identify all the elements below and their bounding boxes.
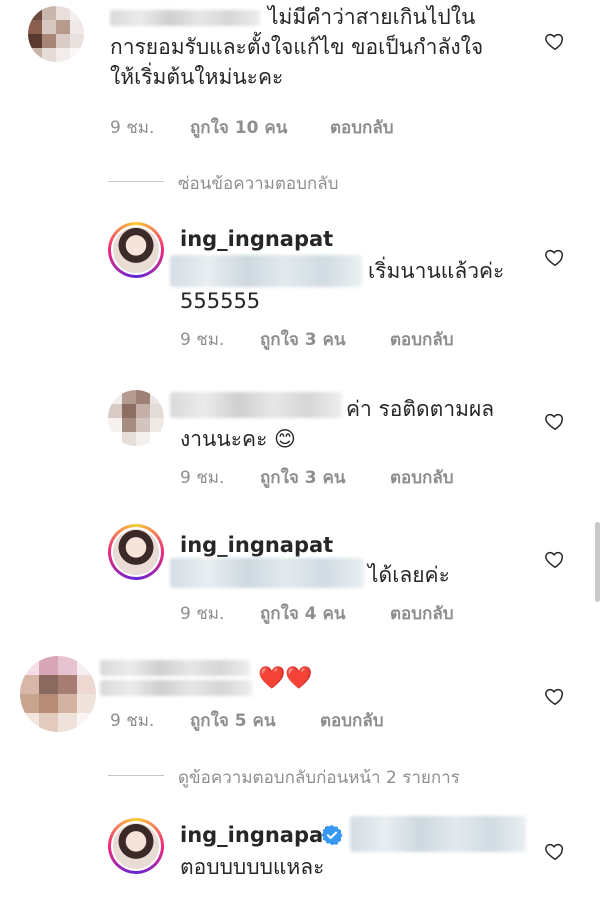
like-heart-icon[interactable] [544,685,566,707]
comment-line: การยอมรับและตั้งใจแก้ไข ขอเป็นกำลังใจ [110,35,484,59]
mention-blurred[interactable] [170,255,362,287]
mention-blurred[interactable] [350,816,526,852]
comment-line: ค่า รอติดตามผล [346,397,495,421]
avatar[interactable] [20,656,96,732]
divider [108,181,164,182]
divider [108,775,164,776]
reply-button[interactable]: ตอบกลับ [320,707,384,734]
avatar[interactable] [108,524,164,580]
comment-text: ไม่มีคำว่าสายเกินไปใน การยอมรับและตั้งใจ… [110,2,540,92]
like-heart-icon[interactable] [544,548,566,570]
avatar[interactable] [108,222,164,278]
reply-button[interactable]: ตอบกลับ [390,326,454,353]
comment-line: งานนะคะ 😊 [180,427,296,451]
hide-replies-link[interactable]: ซ่อนข้อความตอบกลับ [178,170,338,197]
username[interactable]: ing_ingnapat [180,530,333,560]
comment-time: 9 ชม. [110,118,155,138]
comment-time: 9 ชม. [110,711,155,731]
username[interactable]: ing_ingnapat [180,820,333,850]
reply-button[interactable]: ตอบกลับ [390,600,454,627]
likes-count[interactable]: ถูกใจ 5 คน [190,707,276,734]
like-heart-icon[interactable] [544,246,566,268]
avatar[interactable] [108,818,164,874]
likes-count[interactable]: ถูกใจ 4 คน [260,600,346,627]
likes-count[interactable]: ถูกใจ 3 คน [260,326,346,353]
like-heart-icon[interactable] [544,840,566,862]
likes-count[interactable]: ถูกใจ 10 คน [190,114,287,141]
comment-line: เริ่มนานแล้วค่ะ [368,259,505,283]
comment-time: 9 ชม. [180,330,225,350]
comment-line: ❤️❤️ [258,666,313,691]
like-heart-icon[interactable] [544,30,566,52]
scrollbar[interactable] [595,522,600,602]
username[interactable]: ing_ingnapat [180,224,333,254]
verified-badge-icon [321,824,343,846]
comment-blurred [100,680,252,696]
reply-button[interactable]: ตอบกลับ [330,114,394,141]
view-previous-replies-link[interactable]: ดูข้อความตอบกลับก่อนหน้า 2 รายการ [178,764,460,791]
comment-line: ไม่มีคำว่าสายเกินไปใน [268,5,476,29]
comment-line: ตอบบบบบแหละ [180,855,325,879]
username-blurred[interactable] [100,660,250,676]
comment-line: 555555 [180,289,261,313]
username-blurred[interactable] [170,392,342,418]
like-heart-icon[interactable] [544,410,566,432]
avatar[interactable] [108,390,164,446]
reply-button[interactable]: ตอบกลับ [390,464,454,491]
comment-time: 9 ชม. [180,604,225,624]
avatar[interactable] [28,6,84,62]
comment-line: ได้เลยค่ะ [368,563,450,587]
mention-blurred[interactable] [170,558,364,588]
likes-count[interactable]: ถูกใจ 3 คน [260,464,346,491]
comment-time: 9 ชม. [180,468,225,488]
comment-line: ให้เริ่มต้นใหม่นะคะ [110,65,284,89]
